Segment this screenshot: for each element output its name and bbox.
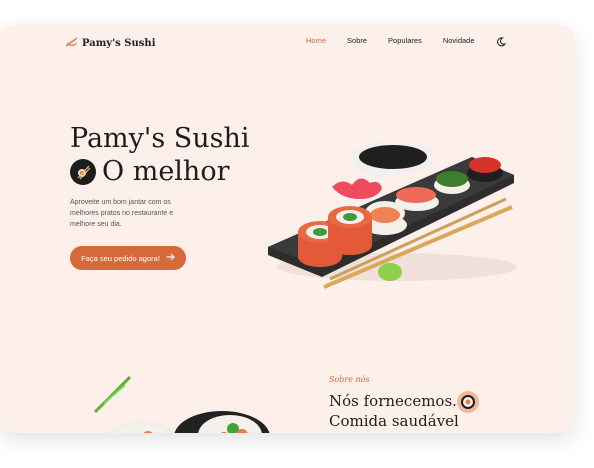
about-title: Nós fornecemos. Comida saudável [329,391,459,431]
hero-title-line2-row: O melhor [70,156,230,187]
page-card: Pamy's Sushi Home Sobre Populares Novida… [0,25,574,433]
nav-item-novidade[interactable]: Novidade [443,36,475,45]
chopsticks-icon [70,158,96,185]
arrow-right-icon [166,253,175,263]
nav-item-home[interactable]: Home [306,36,326,45]
brand-name: Pamy's Sushi [82,37,156,49]
nav-item-sobre[interactable]: Sobre [347,36,367,45]
order-now-button[interactable]: Faça seu pedido agora! [70,246,186,270]
about-title-line2: Comida saudável [329,412,459,430]
top-nav: Pamy's Sushi Home Sobre Populares Novida… [0,25,574,59]
nav-item-populares[interactable]: Populares [388,36,422,45]
order-now-label: Faça seu pedido agora! [81,253,160,263]
nav-menu: Home Sobre Populares Novidade [306,36,496,45]
sushi-rolls-image [90,355,280,433]
hero-description: Aproveite um bom jantar com os melhores … [70,199,174,228]
hero-title-line2: O melhor [102,156,230,187]
sushi-logo-icon [65,34,78,52]
about-title-line1: Nós fornecemos. [329,392,457,410]
brand-logo[interactable]: Pamy's Sushi [65,34,156,52]
sushi-tray-image [262,117,518,302]
sushi-roll-icon [457,391,479,413]
about-subtitle: Sobre nós [329,375,370,384]
moon-icon[interactable] [496,34,507,52]
hero-title-line1: Pamy's Sushi [70,123,250,154]
